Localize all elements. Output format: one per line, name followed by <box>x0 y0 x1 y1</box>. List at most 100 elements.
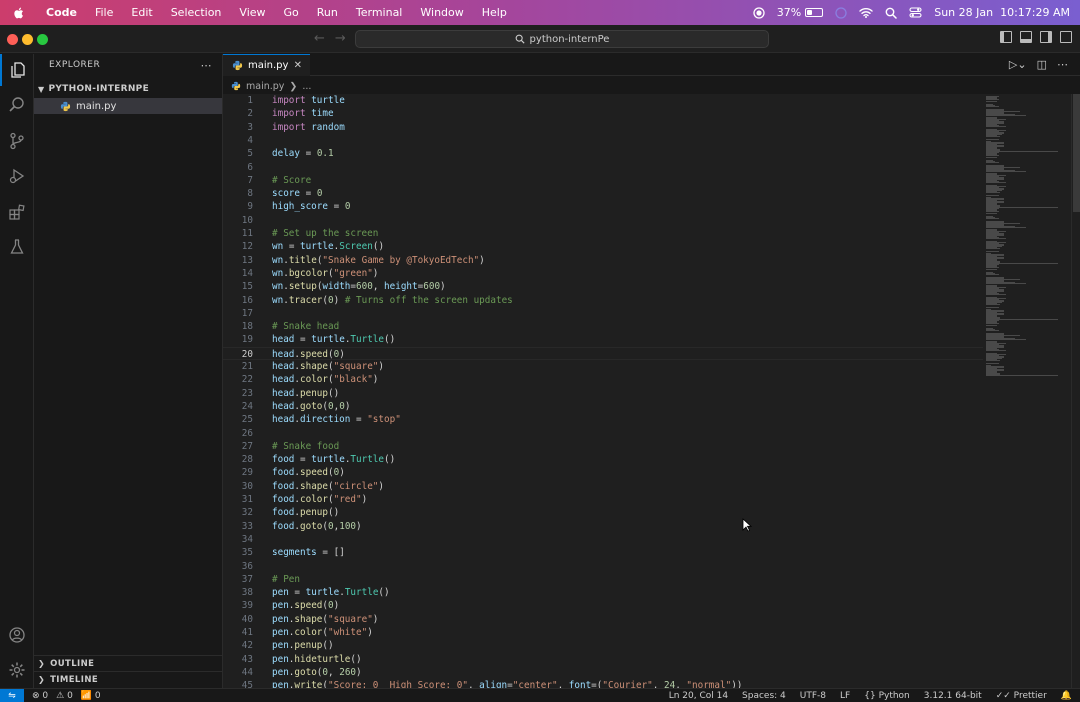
code-line[interactable]: 6 <box>223 161 983 174</box>
code-line[interactable]: 38 pen = turtle.Turtle() <box>223 586 983 599</box>
code-line[interactable]: 10 <box>223 214 983 227</box>
wifi-icon[interactable] <box>859 7 873 18</box>
code-line[interactable]: 7 # Score <box>223 174 983 187</box>
menubar-app-name[interactable]: Code <box>46 6 77 19</box>
go-back-arrow-icon[interactable]: ← <box>314 31 325 46</box>
code-line[interactable]: 20 head.speed(0) <box>223 346 983 360</box>
breadcrumb-symbols[interactable]: ... <box>302 81 311 92</box>
menubar-item-view[interactable]: View <box>239 6 265 19</box>
menubar-item-selection[interactable]: Selection <box>171 6 222 19</box>
code-editor[interactable]: 1 import turtle 2 import time 3 import random… <box>223 94 983 688</box>
apple-logo-icon[interactable] <box>12 6 26 20</box>
cursor-position[interactable]: Ln 20, Col 14 <box>669 691 728 701</box>
tab-close-icon[interactable]: ✕ <box>294 60 302 71</box>
code-line[interactable]: 8 score = 0 <box>223 187 983 200</box>
menubar-item-go[interactable]: Go <box>284 6 299 19</box>
code-line[interactable]: 34 <box>223 533 983 546</box>
ports-status[interactable]: 📶 0 <box>81 691 101 701</box>
code-line[interactable]: 36 <box>223 560 983 573</box>
code-line[interactable]: 39 pen.speed(0) <box>223 599 983 612</box>
notifications-bell-icon[interactable]: 🔔 <box>1061 691 1072 701</box>
tab-main-py[interactable]: main.py ✕ <box>223 54 310 76</box>
code-line[interactable]: 26 <box>223 427 983 440</box>
code-line[interactable]: 44 pen.goto(0, 260) <box>223 666 983 679</box>
python-interpreter[interactable]: 3.12.1 64-bit <box>924 691 982 701</box>
toggle-primary-sidebar-icon[interactable] <box>1000 31 1012 43</box>
remote-indicator-icon[interactable]: ⇋ <box>0 688 24 702</box>
indentation[interactable]: Spaces: 4 <box>742 691 786 701</box>
code-line[interactable]: 30 food.shape("circle") <box>223 480 983 493</box>
code-line[interactable]: 25 head.direction = "stop" <box>223 413 983 426</box>
window-zoom-button[interactable] <box>37 34 48 45</box>
code-line[interactable]: 18 # Snake head <box>223 320 983 333</box>
code-line[interactable]: 4 <box>223 134 983 147</box>
explorer-more-actions-icon[interactable]: ⋯ <box>201 59 213 72</box>
timeline-section[interactable]: ❯ TIMELINE <box>34 671 223 687</box>
run-python-file-icon[interactable]: ▷⌄ <box>1009 58 1027 71</box>
code-line[interactable]: 13 wn.title("Snake Game by @TokyoEdTech") <box>223 254 983 267</box>
code-line[interactable]: 27 # Snake food <box>223 440 983 453</box>
code-line[interactable]: 14 wn.bgcolor("green") <box>223 267 983 280</box>
code-line[interactable]: 22 head.color("black") <box>223 373 983 386</box>
code-line[interactable]: 2 import time <box>223 107 983 120</box>
file-encoding[interactable]: UTF-8 <box>800 691 826 701</box>
code-line[interactable]: 33 food.goto(0,100) <box>223 520 983 533</box>
editor-scrollbar[interactable] <box>1071 94 1080 688</box>
code-line[interactable]: 23 head.penup() <box>223 387 983 400</box>
code-line[interactable]: 45 pen.write("Score: 0 High Score: 0", al… <box>223 679 983 688</box>
code-line[interactable]: 9 high_score = 0 <box>223 200 983 213</box>
menubar-item-terminal[interactable]: Terminal <box>356 6 403 19</box>
window-minimize-button[interactable] <box>22 34 33 45</box>
menubar-item-edit[interactable]: Edit <box>131 6 152 19</box>
problems-errors[interactable]: ⊗ 0 <box>32 691 48 701</box>
command-center-search[interactable]: python-internPe <box>355 30 769 48</box>
manage-gear-icon[interactable] <box>0 654 34 686</box>
code-line[interactable]: 16 wn.tracer(0) # Turns off the screen up… <box>223 294 983 307</box>
code-line[interactable]: 35 segments = [] <box>223 546 983 559</box>
code-line[interactable]: 5 delay = 0.1 <box>223 147 983 160</box>
user-switch-icon[interactable] <box>835 6 847 19</box>
scrollbar-thumb[interactable] <box>1073 94 1080 212</box>
explorer-icon[interactable] <box>0 54 34 86</box>
code-line[interactable]: 24 head.goto(0,0) <box>223 400 983 413</box>
go-forward-arrow-icon[interactable]: → <box>335 31 346 46</box>
customize-layout-icon[interactable] <box>1060 31 1072 43</box>
code-line[interactable]: 15 wn.setup(width=600, height=600) <box>223 280 983 293</box>
editor-more-actions-icon[interactable]: ⋯ <box>1057 58 1068 71</box>
battery-status[interactable]: 37% <box>777 6 824 19</box>
spotlight-search-icon[interactable] <box>885 7 897 19</box>
toggle-panel-icon[interactable] <box>1020 31 1032 43</box>
code-line[interactable]: 1 import turtle <box>223 94 983 107</box>
toggle-secondary-sidebar-icon[interactable] <box>1040 31 1052 43</box>
minimap[interactable] <box>983 94 1071 688</box>
menubar-item-window[interactable]: Window <box>420 6 463 19</box>
language-mode[interactable]: {} Python <box>864 691 910 701</box>
menubar-item-file[interactable]: File <box>95 6 113 19</box>
breadcrumb-file[interactable]: main.py <box>246 81 284 92</box>
prettier-status[interactable]: ✓✓ Prettier <box>996 691 1047 701</box>
screen-record-icon[interactable] <box>753 6 765 19</box>
code-line[interactable]: 40 pen.shape("square") <box>223 613 983 626</box>
problems-warnings[interactable]: ⚠ 0 <box>56 691 73 701</box>
outline-section[interactable]: ❯ OUTLINE <box>34 655 223 671</box>
control-center-icon[interactable] <box>909 7 922 18</box>
window-close-button[interactable] <box>7 34 18 45</box>
code-line[interactable]: 31 food.color("red") <box>223 493 983 506</box>
code-line[interactable]: 37 # Pen <box>223 573 983 586</box>
code-line[interactable]: 11 # Set up the screen <box>223 227 983 240</box>
code-line[interactable]: 21 head.shape("square") <box>223 360 983 373</box>
menubar-item-help[interactable]: Help <box>482 6 507 19</box>
code-line[interactable]: 41 pen.color("white") <box>223 626 983 639</box>
code-line[interactable]: 42 pen.penup() <box>223 639 983 652</box>
code-line[interactable]: 19 head = turtle.Turtle() <box>223 333 983 346</box>
code-line[interactable]: 3 import random <box>223 121 983 134</box>
explorer-file-main-py[interactable]: main.py <box>34 98 222 114</box>
code-line[interactable]: 29 food.speed(0) <box>223 466 983 479</box>
split-editor-icon[interactable]: ◫ <box>1037 58 1047 71</box>
menubar-datetime[interactable]: Sun 28 Jan 10:17:29 AM <box>934 6 1070 19</box>
source-control-icon[interactable] <box>0 125 34 157</box>
code-line[interactable]: 17 <box>223 307 983 320</box>
accounts-icon[interactable] <box>0 619 34 651</box>
code-line[interactable]: 12 wn = turtle.Screen() <box>223 240 983 253</box>
testing-flask-icon[interactable] <box>0 231 34 263</box>
